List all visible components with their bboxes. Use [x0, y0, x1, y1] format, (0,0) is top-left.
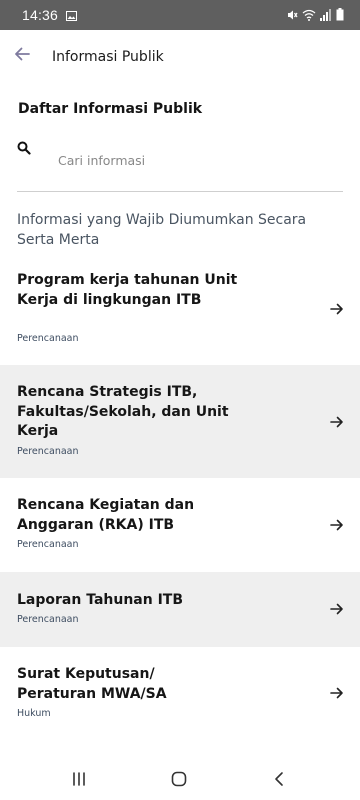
search-input[interactable] — [58, 150, 328, 170]
item-category: Perencanaan — [17, 446, 79, 457]
arrow-right-icon — [330, 603, 343, 615]
item-title: Program kerja tahunan Unit Kerja di ling… — [17, 272, 238, 308]
item-category: Perencanaan — [17, 539, 79, 550]
arrow-right-icon — [330, 303, 343, 315]
arrow-right-icon — [330, 416, 343, 428]
item-title: Laporan Tahunan ITB — [17, 592, 184, 608]
search-divider — [17, 191, 343, 192]
item-category: Perencanaan — [17, 614, 79, 625]
arrow-left-icon — [15, 47, 30, 61]
status-time: 14:36 — [22, 7, 59, 23]
back-button[interactable] — [10, 42, 34, 66]
gallery-notification-icon — [66, 6, 78, 25]
item-title: Rencana Kegiatan dan Anggaran (RKA) ITB — [17, 497, 195, 533]
system-back-button[interactable] — [268, 768, 290, 790]
chevron-left-icon — [275, 772, 283, 786]
home-button[interactable] — [168, 768, 190, 790]
list-item-laporan-tahunan[interactable]: Laporan Tahunan ITB Perencanaan — [0, 572, 360, 647]
app-header: Informasi Publik — [0, 30, 360, 86]
item-category: Perencanaan — [17, 333, 79, 344]
item-title: Surat Keputusan/ Peraturan MWA/SA — [17, 666, 167, 702]
section-title: Daftar Informasi Publik — [18, 101, 203, 117]
signal-icon — [320, 6, 332, 25]
item-title: Rencana Strategis ITB, Fakultas/Sekolah,… — [17, 384, 229, 439]
system-navigation-bar — [0, 758, 360, 800]
list-item-surat-keputusan[interactable]: Surat Keputusan/ Peraturan MWA/SA Hukum — [0, 647, 360, 740]
home-icon — [171, 771, 187, 787]
arrow-right-icon — [330, 519, 343, 531]
recent-apps-button[interactable] — [68, 768, 90, 790]
category-heading: Informasi yang Wajib Diumumkan Secara Se… — [17, 212, 307, 248]
recent-apps-icon — [73, 772, 85, 786]
status-bar: 14:36 — [0, 0, 360, 30]
wifi-icon — [302, 6, 316, 25]
battery-icon — [336, 6, 344, 25]
arrow-right-icon — [330, 687, 343, 699]
search-icon[interactable] — [17, 140, 31, 155]
list-item-rencana-strategis[interactable]: Rencana Strategis ITB, Fakultas/Sekolah,… — [0, 365, 360, 478]
list-item-rencana-kegiatan[interactable]: Rencana Kegiatan dan Anggaran (RKA) ITB … — [0, 478, 360, 572]
list-item-program-kerja[interactable]: Program kerja tahunan Unit Kerja di ling… — [0, 253, 360, 365]
mute-icon — [286, 6, 298, 25]
page-title: Informasi Publik — [52, 49, 164, 65]
item-category: Hukum — [17, 708, 51, 719]
search-bar — [0, 136, 360, 184]
